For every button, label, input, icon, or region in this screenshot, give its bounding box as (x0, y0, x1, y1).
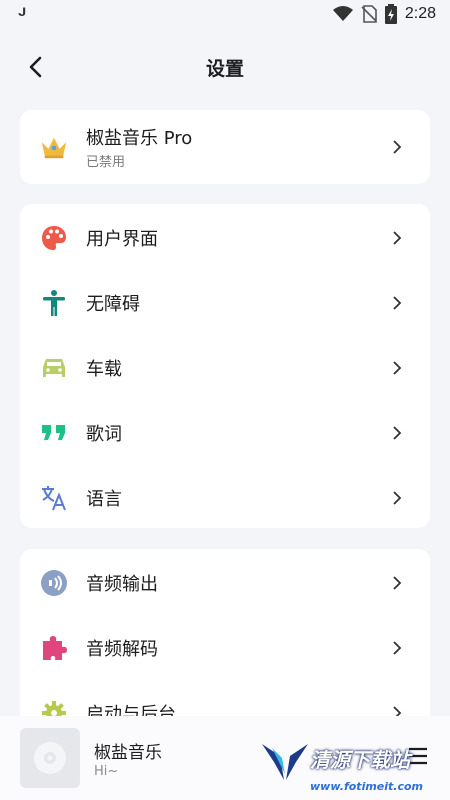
chevron-right-icon (390, 425, 404, 440)
car-icon (40, 354, 68, 382)
settings-item-ui[interactable]: 用户界面 (20, 205, 430, 270)
quote-icon (40, 419, 68, 447)
watermark-logo-icon (262, 744, 308, 780)
chevron-right-icon (390, 360, 404, 375)
pro-label: 椒盐音乐 Pro (86, 128, 193, 149)
settings-item-label: 用户界面 (86, 228, 158, 250)
chevron-right-icon (390, 575, 404, 590)
settings-item-label: 音频解码 (86, 638, 158, 660)
player-subtitle: Hi~ (94, 764, 119, 779)
settings-item-car[interactable]: 车载 (20, 335, 430, 400)
settings-item-label: 音频输出 (86, 573, 158, 595)
chevron-right-icon (390, 490, 404, 505)
page-title: 设置 (205, 58, 244, 80)
status-bar: ᒍ 2:28 (0, 0, 450, 32)
settings-item-label: 无障碍 (86, 293, 140, 315)
settings-item-language[interactable]: 语言 (20, 465, 430, 530)
settings-item-lyrics[interactable]: 歌词 (20, 400, 430, 465)
status-left-glyph: ᒍ (18, 6, 27, 19)
watermark-url: www.fotimeit.com (310, 780, 424, 793)
wifi-icon (332, 6, 353, 21)
crown-icon (40, 133, 68, 161)
no-sim-icon (361, 5, 377, 23)
disc-icon (34, 742, 66, 774)
settings-item-accessibility[interactable]: 无障碍 (20, 270, 430, 335)
palette-icon (40, 224, 68, 252)
settings-item-label: 车载 (86, 358, 122, 380)
player-title: 椒盐音乐 (94, 743, 162, 763)
translate-icon (40, 484, 68, 512)
settings-item-audio-decoding[interactable]: 音频解码 (20, 615, 430, 680)
pro-status: 已禁用 (86, 155, 126, 170)
settings-item-label: 语言 (86, 488, 122, 510)
chevron-right-icon (390, 140, 404, 154)
settings-group-general: 用户界面 无障碍 车载 歌词 语言 (20, 204, 430, 528)
accessibility-icon (40, 289, 68, 317)
chevron-right-icon (390, 230, 404, 245)
settings-item-audio-output[interactable]: 音频输出 (20, 550, 430, 615)
puzzle-icon (40, 634, 68, 662)
settings-item-label: 歌词 (86, 423, 122, 445)
clock: 2:28 (404, 5, 436, 22)
watermark: 清源下载站 www.fotimeit.com (258, 742, 438, 798)
pro-row[interactable]: 椒盐音乐 Pro 已禁用 (20, 110, 430, 184)
album-cover[interactable] (20, 728, 80, 788)
watermark-text: 清源下载站 (310, 748, 410, 772)
speaker-icon (40, 569, 68, 597)
pro-card: 椒盐音乐 Pro 已禁用 (20, 110, 430, 184)
chevron-right-icon (390, 295, 404, 310)
chevron-right-icon (390, 640, 404, 655)
app-header: 设置 (0, 40, 450, 92)
battery-charging-icon (384, 4, 397, 24)
